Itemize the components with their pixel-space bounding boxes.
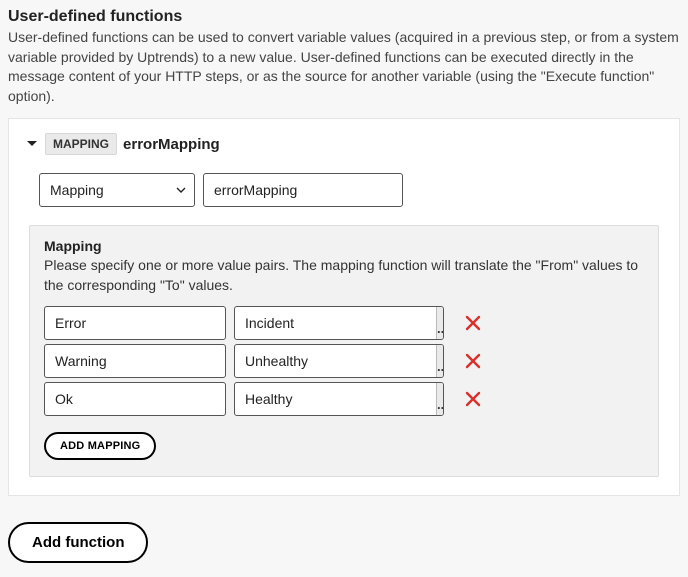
mapping-box: Mapping Please specify one or more value… — [29, 225, 659, 476]
type-badge: MAPPING — [45, 133, 117, 155]
more-options-button[interactable]: ... — [436, 383, 444, 415]
mapping-to-wrap: ... — [234, 382, 444, 416]
mapping-from-input[interactable] — [44, 306, 226, 340]
mapping-to-input[interactable] — [235, 383, 436, 415]
mapping-row: ... — [44, 306, 644, 340]
function-card: MAPPING errorMapping Mapping Mapping Ple… — [8, 118, 680, 495]
mapping-description: Please specify one or more value pairs. … — [44, 256, 644, 295]
mapping-row: ... — [44, 382, 644, 416]
chevron-down-icon — [176, 174, 186, 206]
more-options-button[interactable]: ... — [436, 307, 444, 339]
mapping-to-wrap: ... — [234, 344, 444, 378]
mapping-from-input[interactable] — [44, 344, 226, 378]
function-name-input[interactable] — [203, 173, 403, 207]
type-select-value: Mapping — [50, 174, 104, 206]
chevron-down-icon[interactable] — [25, 138, 39, 150]
mapping-to-wrap: ... — [234, 306, 444, 340]
more-options-button[interactable]: ... — [436, 345, 444, 377]
card-controls: Mapping — [39, 173, 663, 207]
close-x-icon — [465, 315, 481, 331]
close-x-icon — [465, 391, 481, 407]
mapping-to-input[interactable] — [235, 345, 436, 377]
card-title: errorMapping — [123, 136, 220, 153]
delete-row-button[interactable] — [458, 353, 488, 369]
section-description: User-defined functions can be used to co… — [0, 28, 688, 118]
card-header[interactable]: MAPPING errorMapping — [25, 133, 663, 155]
mapping-to-input[interactable] — [235, 307, 436, 339]
delete-row-button[interactable] — [458, 391, 488, 407]
section-title: User-defined functions — [0, 0, 688, 28]
mapping-title: Mapping — [44, 238, 644, 254]
close-x-icon — [465, 353, 481, 369]
mapping-from-input[interactable] — [44, 382, 226, 416]
add-mapping-button[interactable]: ADD MAPPING — [44, 432, 156, 460]
type-select[interactable]: Mapping — [39, 173, 195, 207]
delete-row-button[interactable] — [458, 315, 488, 331]
mapping-row: ... — [44, 344, 644, 378]
add-function-button[interactable]: Add function — [8, 522, 148, 563]
